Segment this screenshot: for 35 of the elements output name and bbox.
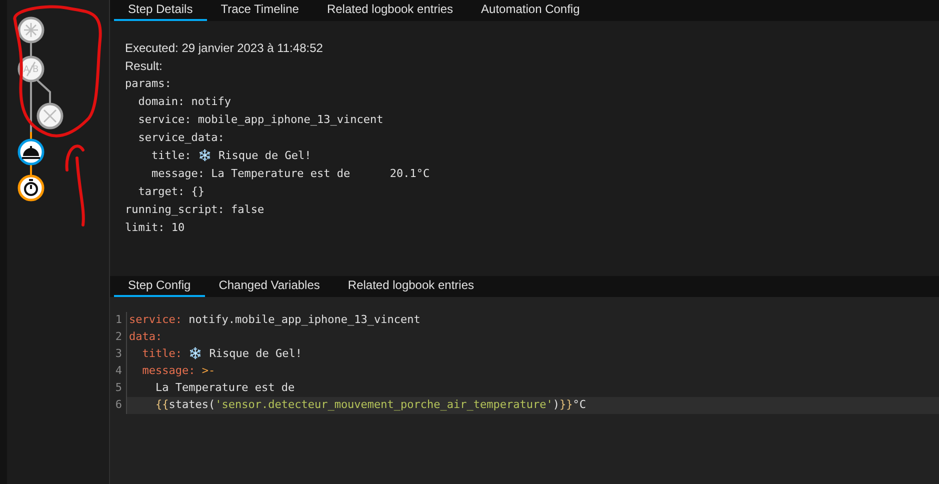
code-line: service: notify.mobile_app_iphone_13_vincent [126, 312, 939, 329]
code-line: title: ❄ Risque de Gel! [126, 346, 939, 363]
result-line: service: mobile_app_iphone_13_vincent [137, 112, 384, 128]
result-line: limit: 10 [125, 220, 185, 236]
summary-text: Result: [125, 58, 162, 75]
line-number: 6 [114, 397, 122, 414]
result-line: message: La Temperature est de 20.1°C [150, 166, 430, 182]
line-number: 3 [114, 346, 122, 362]
tab[interactable]: Step Details [114, 0, 207, 21]
result-line: domain: notify [137, 94, 231, 110]
connector-line [30, 165, 32, 175]
delay-node[interactable] [18, 174, 44, 202]
tab[interactable]: Changed Variables [204, 276, 334, 297]
connector-line [36, 79, 51, 103]
tab[interactable]: Related logbook entries [334, 276, 488, 297]
result-line: title: ❄ Risque de Gel! [150, 148, 312, 164]
tab[interactable]: Related logbook entries [312, 0, 468, 21]
result-line: target: {} [137, 184, 204, 200]
tab[interactable]: Automation Config [467, 0, 594, 21]
code-line: data: [126, 329, 939, 346]
service-node[interactable] [18, 138, 44, 166]
line-number: 5 [114, 380, 122, 396]
skipped-node[interactable] [36, 102, 64, 130]
summary-text: Executed: 29 janvier 2023 à 11:48:52 [125, 40, 323, 57]
tab[interactable]: Trace Timeline [206, 0, 313, 21]
code-editor[interactable]: 1 service: notify.mobile_app_iphone_13_vincent 2 data: 3 title: ❄ Risque de Gel! 4 message: >- 5 La Temperature est de 6 {{states('sensor.detecteur_mouvement_porche_air_temperature')}}°C [110, 297, 939, 484]
result-line: params: [125, 76, 172, 92]
trigger-node[interactable] [18, 16, 44, 44]
result-line: running_script: false [125, 202, 264, 218]
line-number: 4 [114, 363, 122, 380]
connector-line [30, 43, 32, 56]
line-number: 2 [114, 329, 122, 346]
code-line: message: >- [126, 363, 939, 380]
result-line: service_data: [137, 130, 224, 146]
line-number: 1 [114, 312, 122, 328]
